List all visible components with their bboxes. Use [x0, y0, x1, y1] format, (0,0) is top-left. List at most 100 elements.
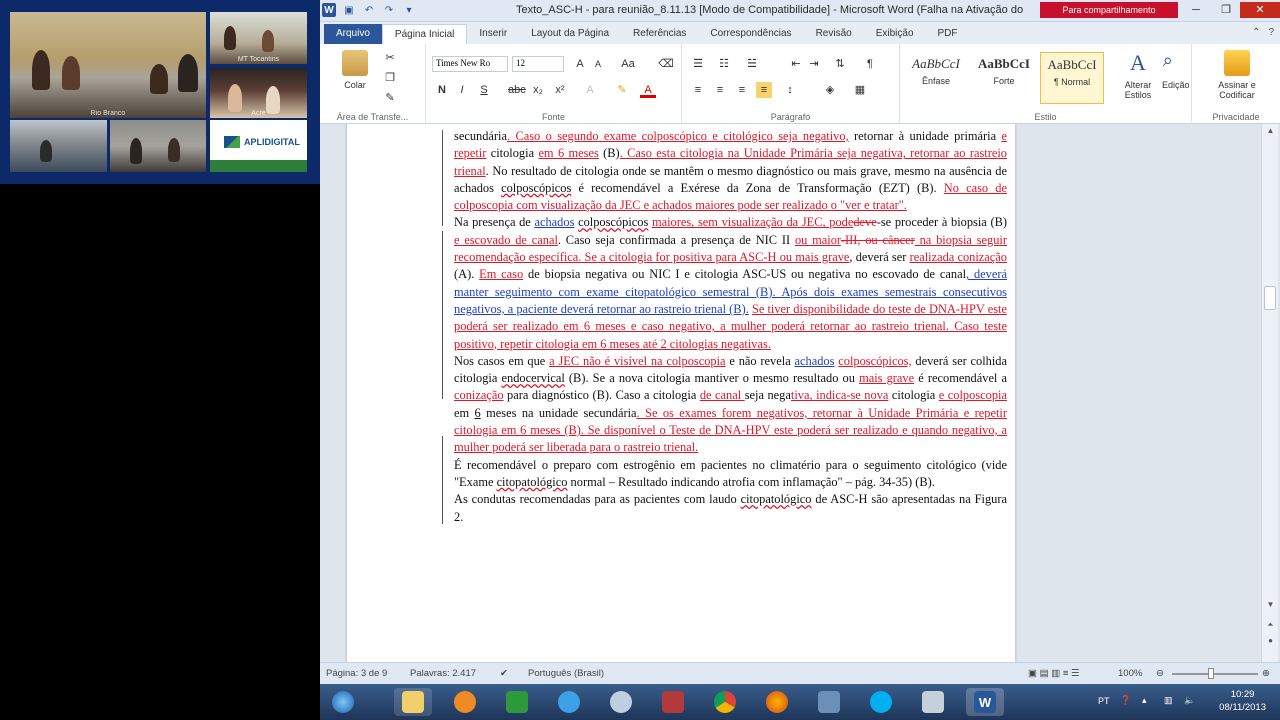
skype-icon[interactable] — [862, 688, 900, 716]
document-area: secundária. Caso o segundo exame colposc… — [320, 124, 1280, 662]
bullets-icon[interactable]: ☰ — [690, 56, 706, 72]
tab-exibicao[interactable]: Exibição — [864, 24, 926, 44]
close-button[interactable]: ✕ — [1240, 2, 1280, 18]
page-count[interactable]: Página: 3 de 9 — [326, 668, 387, 679]
increase-indent-icon[interactable]: ⇥ — [806, 56, 822, 72]
align-right-icon[interactable]: ≡ — [734, 82, 750, 98]
volume-icon[interactable]: 🔈 — [1184, 695, 1195, 706]
view-buttons[interactable]: ▣ ▤ ▥ ≡ ☰ — [1028, 668, 1080, 679]
document-page[interactable]: secundária. Caso o segundo exame colposc… — [347, 124, 1015, 662]
numbering-icon[interactable]: ☷ — [716, 56, 732, 72]
minimize-button[interactable]: ─ — [1182, 2, 1210, 18]
tab-inserir[interactable]: Inserir — [467, 24, 519, 44]
tab-revisao[interactable]: Revisão — [804, 24, 864, 44]
align-center-icon[interactable]: ≡ — [712, 82, 728, 98]
qat-dropdown-icon[interactable]: ▾ — [402, 3, 416, 17]
strikethrough-icon[interactable]: abc — [508, 82, 526, 98]
tab-pdf[interactable]: PDF — [926, 24, 970, 44]
cut-icon[interactable]: ✂ — [382, 50, 398, 66]
tab-referencias[interactable]: Referências — [621, 24, 698, 44]
change-styles-button[interactable]: A Alterar Estilos — [1120, 50, 1156, 100]
copy-icon[interactable]: ❐ — [382, 70, 398, 86]
italic-icon[interactable]: I — [454, 82, 470, 98]
paste-button[interactable]: Colar — [342, 50, 368, 90]
borders-icon[interactable]: ▦ — [852, 82, 868, 98]
zoom-slider[interactable] — [1172, 673, 1258, 675]
scroll-down-icon[interactable]: ▼ — [1262, 600, 1279, 614]
video-tile-5 — [110, 120, 206, 172]
start-button[interactable] — [324, 688, 362, 716]
remote-desktop-icon[interactable] — [810, 688, 848, 716]
prev-page-icon[interactable]: ⏶ — [1262, 620, 1279, 634]
firefox-icon[interactable] — [758, 688, 796, 716]
tab-correspondencias[interactable]: Correspondências — [698, 24, 803, 44]
undo-icon[interactable]: ↶ — [362, 3, 376, 17]
tray-expand-icon[interactable]: ▴ — [1142, 695, 1147, 706]
zoom-slider-knob[interactable] — [1208, 668, 1214, 679]
language-indicator[interactable]: Português (Brasil) — [528, 668, 604, 679]
tab-arquivo[interactable]: Arquivo — [324, 24, 382, 44]
stocks-app-icon[interactable] — [498, 688, 536, 716]
vertical-scrollbar[interactable]: ▲ ▼ ⏶ ● — [1261, 124, 1278, 662]
editing-button[interactable]: ⌕ Edição — [1162, 50, 1190, 90]
network-app-icon[interactable] — [602, 688, 640, 716]
style-strong[interactable]: AaBbCcI Forte — [972, 52, 1036, 104]
line-spacing-icon[interactable]: ↕ — [782, 82, 798, 98]
share-button[interactable]: Para compartilhamento — [1040, 2, 1178, 18]
word-taskbar-icon[interactable]: W — [966, 688, 1004, 716]
proofing-icon[interactable]: ✔ — [500, 668, 508, 679]
grow-font-icon[interactable]: A — [572, 56, 588, 72]
app-window-icon[interactable] — [914, 688, 952, 716]
word-count[interactable]: Palavras: 2.417 — [410, 668, 476, 679]
text-effects-icon[interactable]: A — [582, 82, 598, 98]
chrome-icon[interactable] — [706, 688, 744, 716]
style-emphasis[interactable]: AaBbCcI Ênfase — [904, 52, 968, 104]
explorer-icon[interactable] — [394, 688, 432, 716]
change-styles-icon: A — [1130, 50, 1146, 75]
font-name-field[interactable]: Times New Ro — [432, 56, 508, 72]
show-formatting-icon[interactable]: ¶ — [862, 56, 878, 72]
browse-object-icon[interactable]: ● — [1262, 636, 1279, 650]
help-icon[interactable]: ? — [1268, 27, 1274, 38]
change-case-icon[interactable]: Aa — [620, 56, 636, 72]
tab-layout[interactable]: Layout da Página — [519, 24, 621, 44]
save-icon[interactable]: ▣ — [342, 3, 356, 17]
folder-lock-icon — [1224, 50, 1250, 76]
style-normal[interactable]: AaBbCcI ¶ Normal — [1040, 52, 1104, 104]
format-painter-icon[interactable]: ✎ — [382, 90, 398, 106]
scroll-thumb[interactable] — [1264, 286, 1276, 310]
multilevel-list-icon[interactable]: ☱ — [744, 56, 760, 72]
bold-icon[interactable]: N — [434, 82, 450, 98]
word-app-icon[interactable]: W — [322, 3, 336, 17]
clock[interactable]: 10:29 08/11/2013 — [1219, 688, 1266, 714]
zoom-level[interactable]: 100% — [1118, 668, 1142, 679]
shrink-font-icon[interactable]: A — [590, 56, 606, 72]
font-color-icon[interactable]: A — [640, 82, 656, 98]
zoom-in-icon[interactable]: ⊕ — [1262, 668, 1270, 679]
scroll-up-icon[interactable]: ▲ — [1262, 126, 1279, 140]
clear-formatting-icon[interactable]: ⌫ — [658, 56, 674, 72]
language-indicator-tray[interactable]: PT — [1098, 696, 1110, 706]
font-size-field[interactable]: 12 — [512, 56, 564, 72]
media-app-icon[interactable] — [654, 688, 692, 716]
underline-icon[interactable]: S — [476, 82, 492, 98]
superscript-icon[interactable]: x² — [552, 82, 568, 98]
justify-icon[interactable]: ≡ — [756, 82, 772, 98]
shading-icon[interactable]: ◈ — [822, 82, 838, 98]
network-icon[interactable]: ▥ — [1164, 695, 1173, 706]
sign-encrypt-button[interactable]: Assinar e Codificar — [1206, 50, 1268, 100]
internet-explorer-icon[interactable] — [550, 688, 588, 716]
tab-pagina-inicial[interactable]: Página Inicial — [381, 24, 468, 44]
document-text[interactable]: secundária. Caso o segundo exame colposc… — [454, 128, 1007, 526]
redo-icon[interactable]: ↷ — [382, 3, 396, 17]
highlight-icon[interactable]: ✎ — [614, 82, 630, 98]
media-player-icon[interactable] — [446, 688, 484, 716]
maximize-button[interactable]: ❐ — [1212, 2, 1240, 18]
zoom-out-icon[interactable]: ⊖ — [1156, 668, 1164, 679]
sort-icon[interactable]: ⇅ — [832, 56, 848, 72]
help-tray-icon[interactable]: ❓ — [1120, 695, 1131, 706]
minimize-ribbon-icon[interactable]: ⌃ — [1252, 27, 1260, 38]
align-left-icon[interactable]: ≡ — [690, 82, 706, 98]
decrease-indent-icon[interactable]: ⇤ — [788, 56, 804, 72]
subscript-icon[interactable]: x₂ — [530, 82, 546, 98]
